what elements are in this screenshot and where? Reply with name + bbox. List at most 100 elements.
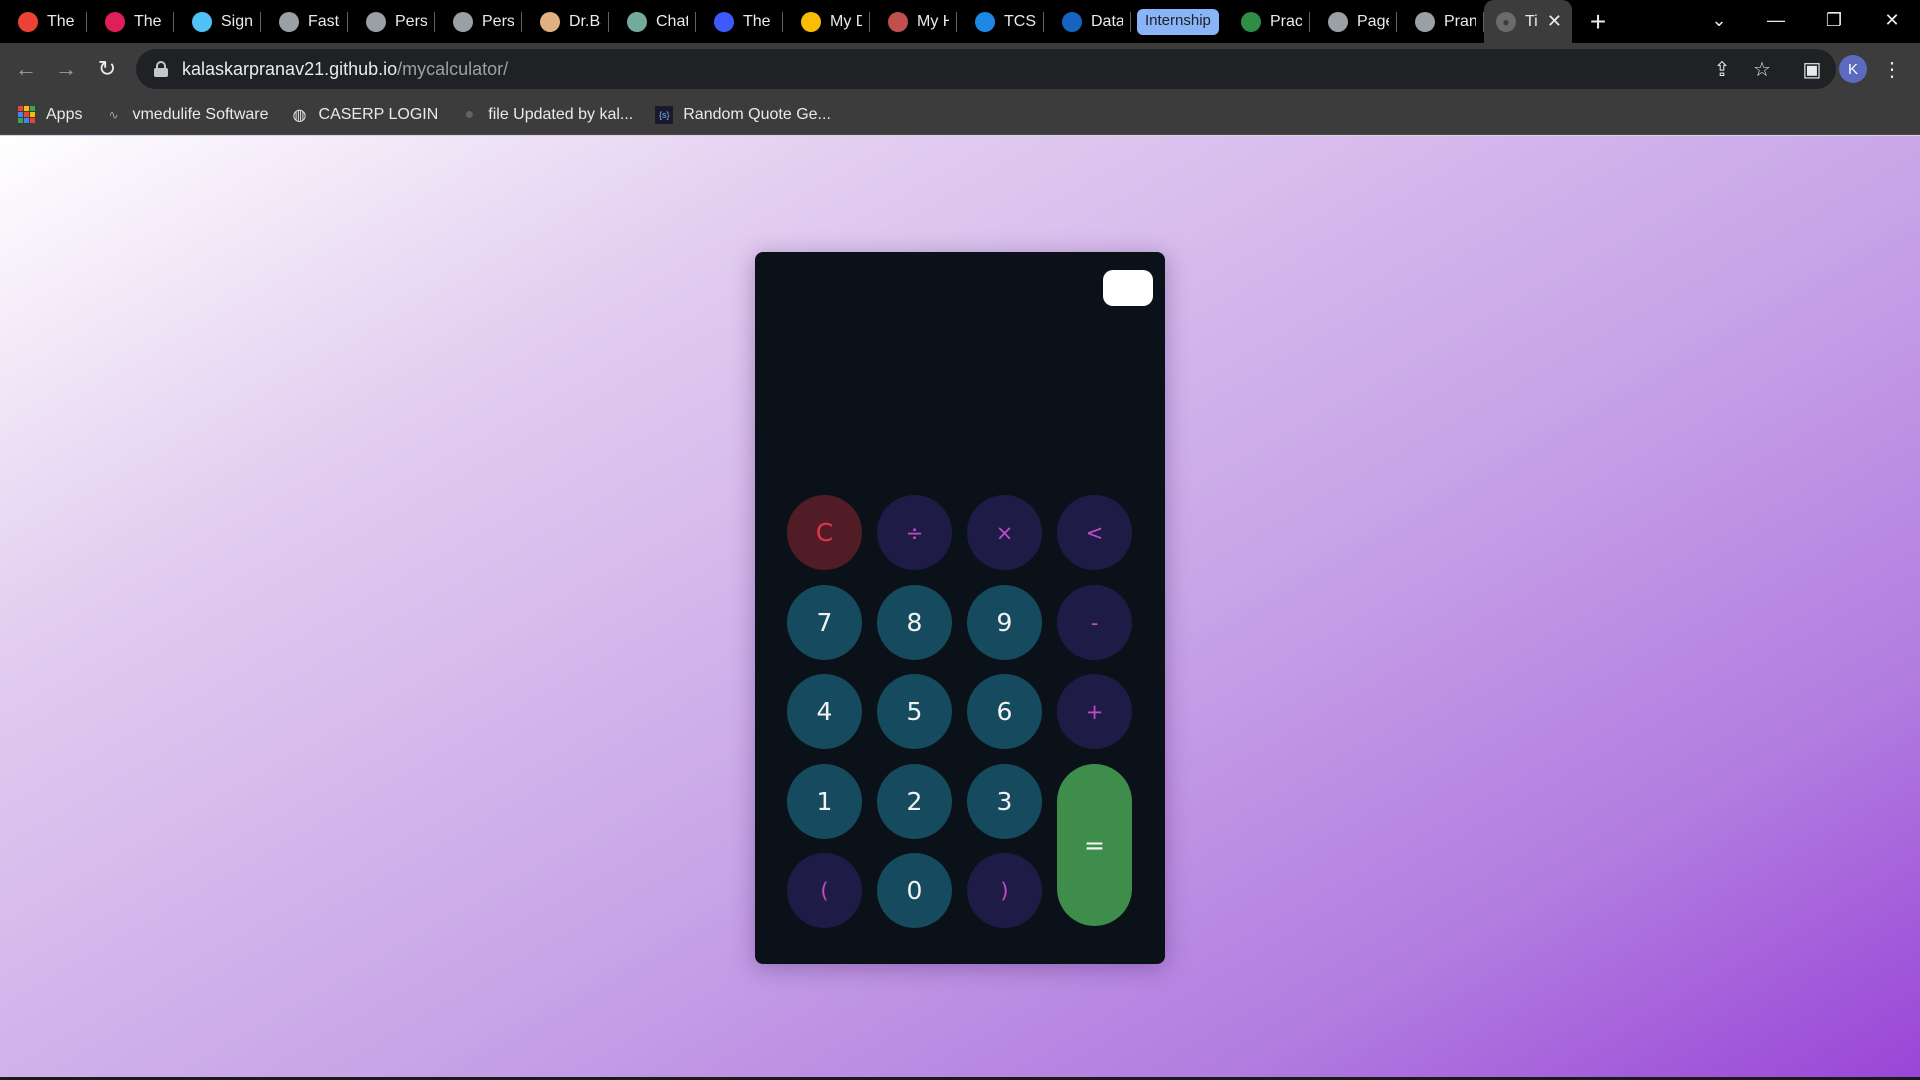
tab-6[interactable]: Dr.Ba — [522, 0, 609, 43]
tab-4[interactable]: Perso — [348, 0, 435, 43]
side-panel-icon[interactable]: ▣ — [1798, 55, 1826, 83]
bookmark-random-quote[interactable]: {s} Random Quote Ge... — [655, 105, 831, 124]
tab-7[interactable]: ChatG — [609, 0, 696, 43]
bookmark-vmedulife[interactable]: ∿ vmedulife Software — [104, 106, 268, 124]
multiply-button[interactable]: × — [967, 495, 1042, 570]
bookmark-apps[interactable]: Apps — [18, 105, 83, 124]
tab-title: The S — [47, 12, 79, 30]
digit-8-button[interactable]: 8 — [877, 585, 952, 660]
back-icon[interactable]: ← — [10, 53, 42, 85]
tab-title: ChatG — [656, 12, 688, 30]
tab-active[interactable]: ● Ti ✕ — [1484, 0, 1572, 43]
digit-9-button[interactable]: 9 — [967, 585, 1042, 660]
tab-title: Page: — [1357, 12, 1389, 30]
backspace-button[interactable]: < — [1057, 495, 1132, 570]
profile-avatar[interactable]: K — [1839, 55, 1867, 83]
minus-button[interactable]: - — [1057, 585, 1132, 660]
sign-icon — [192, 11, 212, 32]
forward-icon[interactable]: → — [50, 53, 82, 85]
bookmarks-bar: Apps ∿ vmedulife Software ◍ CASERP LOGIN… — [0, 95, 1920, 135]
tab-strip: The S The S Sign i Faste Perso Perso Dr.Ba Chat… — [0, 0, 1920, 43]
tab-5[interactable]: Perso — [435, 0, 522, 43]
address-bar[interactable]: kalaskarpranav21.github.io/mycalculator/ — [136, 49, 1836, 89]
slack-icon — [105, 11, 125, 32]
lock-icon[interactable] — [154, 61, 168, 77]
digit-1-button[interactable]: 1 — [787, 764, 862, 839]
bookmark-caserp[interactable]: ◍ CASERP LOGIN — [291, 106, 439, 124]
theme-toggle[interactable] — [1103, 270, 1153, 306]
globe-icon — [453, 11, 473, 32]
digit-3-button[interactable]: 3 — [967, 764, 1042, 839]
gmail-icon — [18, 11, 38, 32]
calculator: C ÷ × < 7 8 9 - 4 5 6 + 1 2 3 = ( 0 ) — [755, 252, 1165, 964]
globe-icon: ● — [1496, 11, 1516, 32]
tab-2[interactable]: Sign i — [174, 0, 261, 43]
equals-button[interactable]: = — [1057, 764, 1132, 926]
close-paren-button[interactable]: ) — [967, 853, 1042, 928]
globe-icon: ◍ — [292, 106, 307, 124]
tab-search-icon[interactable]: ⌄ — [1691, 0, 1747, 40]
tab-title: TCS i — [1004, 12, 1036, 30]
s-icon — [1062, 11, 1082, 32]
code-icon: {s} — [655, 105, 674, 124]
tab-title: Prana — [1444, 12, 1476, 30]
tab-0[interactable]: The S — [0, 0, 87, 43]
bookmark-file-updated[interactable]: ● file Updated by kal... — [460, 106, 633, 124]
globe-icon — [366, 11, 386, 32]
new-tab-button[interactable]: + — [1576, 0, 1620, 43]
tab-8[interactable]: The b — [696, 0, 783, 43]
tab-group-label[interactable]: Internship — [1137, 8, 1219, 35]
url-host: kalaskarpranav21.github.io — [182, 58, 398, 79]
tab-9[interactable]: My D — [783, 0, 870, 43]
digit-4-button[interactable]: 4 — [787, 674, 862, 749]
gfg-icon — [1241, 11, 1261, 32]
tab-10[interactable]: My H — [870, 0, 957, 43]
tab-after-1[interactable]: Page: — [1310, 0, 1397, 43]
plus-button[interactable]: + — [1057, 674, 1132, 749]
reload-icon[interactable]: ↻ — [91, 53, 123, 85]
tab-3[interactable]: Faste — [261, 0, 348, 43]
digit-7-button[interactable]: 7 — [787, 585, 862, 660]
tab-12[interactable]: Data — [1044, 0, 1131, 43]
github-icon — [1328, 11, 1348, 32]
image-icon — [888, 11, 908, 32]
browser-toolbar: ← → ↻ kalaskarpranav21.github.io/mycalcu… — [0, 43, 1920, 95]
github-icon: ● — [464, 105, 475, 123]
tab-title: My D — [830, 12, 862, 30]
b-icon — [714, 11, 734, 32]
url-path: /mycalculator/ — [397, 58, 509, 79]
divide-button[interactable]: ÷ — [877, 495, 952, 570]
tab-after-2[interactable]: Prana — [1397, 0, 1484, 43]
digit-5-button[interactable]: 5 — [877, 674, 952, 749]
tab-title: The b — [743, 12, 775, 30]
tab-1[interactable]: The S — [87, 0, 174, 43]
share-icon[interactable]: ⇪ — [1708, 55, 1736, 83]
page-background: C ÷ × < 7 8 9 - 4 5 6 + 1 2 3 = ( 0 ) — [0, 136, 1920, 1080]
bookmark-label: Random Quote Ge... — [683, 105, 831, 123]
power-icon — [975, 11, 995, 32]
close-tab-icon[interactable]: ✕ — [1547, 11, 1562, 32]
tab-after-0[interactable]: Pract — [1223, 0, 1310, 43]
digit-0-button[interactable]: 0 — [877, 853, 952, 928]
bookmark-star-icon[interactable]: ☆ — [1748, 55, 1776, 83]
bookmark-label: Apps — [46, 105, 83, 123]
tab-title: Faste — [308, 12, 340, 30]
digit-6-button[interactable]: 6 — [967, 674, 1042, 749]
tab-title: Data — [1091, 12, 1123, 30]
tab-11[interactable]: TCS i — [957, 0, 1044, 43]
tab-group-internship[interactable]: Internship — [1131, 0, 1223, 43]
tab-title: Sign i — [221, 12, 253, 30]
tab-title: The S — [134, 12, 166, 30]
open-paren-button[interactable]: ( — [787, 853, 862, 928]
restore-icon[interactable]: ❐ — [1806, 0, 1862, 40]
digit-2-button[interactable]: 2 — [877, 764, 952, 839]
bookmark-label: file Updated by kal... — [488, 105, 634, 123]
tab-title: Perso — [482, 12, 514, 30]
clear-button[interactable]: C — [787, 495, 862, 570]
menu-icon[interactable]: ⋮ — [1878, 55, 1906, 83]
close-window-icon[interactable]: ✕ — [1864, 0, 1920, 40]
apps-icon — [18, 105, 36, 124]
drive-icon — [801, 11, 821, 32]
tab-title: Pract — [1270, 12, 1302, 30]
minimize-icon[interactable]: — — [1748, 0, 1804, 40]
